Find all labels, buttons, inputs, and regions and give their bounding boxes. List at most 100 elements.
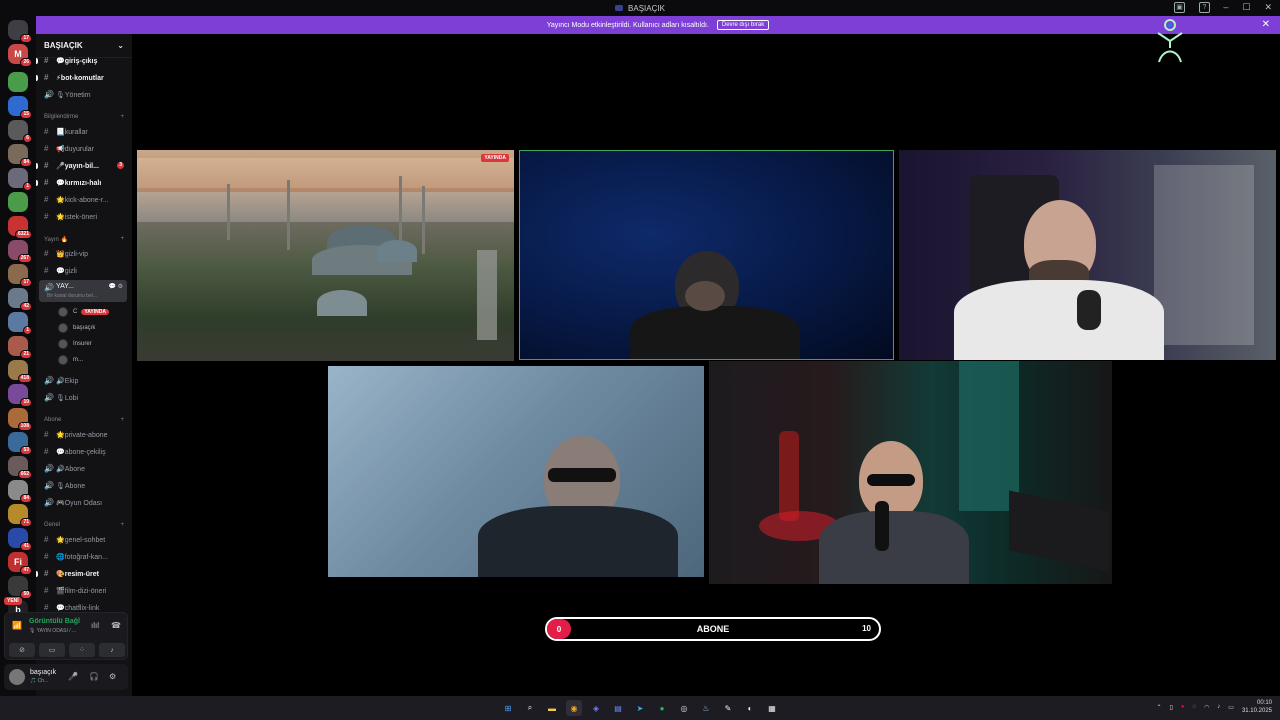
server-icon[interactable]: 53	[8, 432, 32, 455]
add-channel-icon[interactable]: +	[120, 236, 124, 242]
channel-item[interactable]: # 💬gizli	[36, 263, 132, 278]
server-icon[interactable]: 84	[8, 480, 32, 503]
voice-user[interactable]: m...	[58, 353, 130, 367]
server-icon[interactable]: 267	[8, 240, 32, 263]
channel-item[interactable]: 🔊 🎮Oyun Odası	[36, 495, 132, 510]
maximize-button[interactable]: ☐	[1242, 2, 1250, 13]
voice-user[interactable]: Insurer	[58, 337, 130, 351]
telegram-icon[interactable]: ➤	[632, 700, 648, 716]
server-icon[interactable]: 1	[8, 168, 32, 191]
screen-share-button[interactable]: ▭	[39, 643, 65, 657]
disconnect-icon[interactable]: ☎	[111, 621, 121, 630]
add-channel-icon[interactable]: +	[120, 522, 124, 528]
video-tile-participant-5[interactable]	[709, 361, 1112, 584]
close-banner-icon[interactable]: ✕	[1262, 19, 1270, 30]
active-voice-channel[interactable]: 🔊 YAY... 💬 ⚙ Bir kanal durumu bel...	[39, 280, 127, 302]
channel-item[interactable]: # 🌟private-abone	[36, 427, 132, 442]
server-icon[interactable]: 662	[8, 456, 32, 479]
channel-item[interactable]: # 🎬film-dizi-öneri	[36, 583, 132, 598]
video-tile-participant-2[interactable]	[519, 150, 894, 360]
channel-item[interactable]: 🔊 🎙Lobi	[36, 390, 132, 405]
voice-channel-name[interactable]: 🎙 YAYIN ODASI / ...	[29, 628, 76, 634]
channel-category[interactable]: Yayın 🔥 +	[36, 233, 132, 245]
obs-icon[interactable]: ◎	[676, 700, 692, 716]
channel-item[interactable]: # 📢duyurular	[36, 141, 132, 156]
wifi-icon[interactable]: ◠	[1204, 704, 1209, 711]
avatar[interactable]	[9, 669, 25, 685]
channel-item[interactable]: # 💬giriş-çıkış	[36, 53, 132, 68]
new-servers-pill[interactable]: YENİ	[4, 597, 22, 605]
channel-item[interactable]: # ⚡bot-komutlar	[36, 70, 132, 85]
channel-item[interactable]: # 💬kırmızı-halı	[36, 175, 132, 190]
server-icon[interactable]: 42	[8, 288, 32, 311]
voice-user[interactable]: C YAYINDA	[58, 305, 130, 319]
volume-icon[interactable]: ♪	[1217, 704, 1220, 710]
server-icon[interactable]: 108	[8, 408, 32, 431]
channel-item[interactable]: 🔊 🎙Abone	[36, 478, 132, 493]
voice-user[interactable]: başıaçık	[58, 321, 130, 335]
github-icon[interactable]: ◐	[742, 700, 758, 716]
tray-mic-icon[interactable]: ●	[1181, 704, 1185, 710]
microphone-icon[interactable]: 🎤	[68, 672, 78, 681]
channel-item[interactable]: 🔊 🎙Yönetim	[36, 87, 132, 102]
server-icon[interactable]: 50	[8, 576, 32, 599]
activities-button[interactable]: ⁘	[69, 643, 95, 657]
tray-app-icon[interactable]: ◌	[1192, 704, 1196, 710]
server-icon[interactable]: 15	[8, 96, 32, 119]
soundboard-button[interactable]: ♪	[99, 643, 125, 657]
minimize-button[interactable]: –	[1223, 2, 1228, 13]
settings-gear-icon[interactable]: ⚙	[109, 672, 116, 681]
server-icon[interactable]: 6321	[8, 216, 32, 239]
camera-off-button[interactable]: ⊘	[9, 643, 35, 657]
server-icon[interactable]	[8, 192, 28, 212]
channel-item[interactable]: # 🎨resim-üret	[36, 566, 132, 581]
app-icon[interactable]: ▤	[610, 700, 626, 716]
server-icon[interactable]: 418	[8, 360, 32, 383]
video-tile-participant-4[interactable]	[328, 366, 704, 577]
chrome-icon[interactable]: ◉	[566, 700, 582, 716]
video-tile-participant-3[interactable]	[899, 150, 1276, 360]
server-icon[interactable]: 84	[8, 144, 32, 167]
file-explorer-icon[interactable]: ▬	[544, 700, 560, 716]
disable-streamer-mode-button[interactable]: Devre dışı bırak	[716, 20, 770, 30]
channel-item[interactable]: # 🌟genel-sohbet	[36, 532, 132, 547]
server-icon[interactable]: 10	[8, 384, 32, 407]
notes-icon[interactable]: ✎	[720, 700, 736, 716]
channel-category[interactable]: Genel +	[36, 519, 132, 531]
channel-item[interactable]: # 🌟istek-öneri	[36, 209, 132, 224]
channel-item[interactable]: 🔊 🔊Ekip	[36, 373, 132, 388]
app2-icon[interactable]: ▦	[764, 700, 780, 716]
channel-item[interactable]: # 👑gizli-vip	[36, 246, 132, 261]
close-window-button[interactable]: ✕	[1264, 2, 1272, 13]
add-channel-icon[interactable]: +	[120, 417, 124, 423]
server-icon[interactable]: 41	[8, 528, 32, 551]
channel-category[interactable]: Bilgilendirme +	[36, 111, 132, 123]
spotify-icon[interactable]: ●	[654, 700, 670, 716]
server-icon[interactable]: 21	[8, 336, 32, 359]
steam-icon[interactable]: ♨	[698, 700, 714, 716]
channel-item[interactable]: # 💬abone-çekiliş	[36, 444, 132, 459]
tray-chevron-icon[interactable]: ⌃	[1157, 704, 1162, 711]
channel-settings-icon[interactable]: 💬 ⚙	[108, 283, 123, 290]
server-icon[interactable]: 71	[8, 504, 32, 527]
help-icon[interactable]: ?	[1199, 2, 1210, 13]
server-icon[interactable]	[8, 72, 28, 92]
headphones-icon[interactable]: 🎧	[89, 672, 99, 681]
clock[interactable]: 00:10 31.10.2025	[1242, 699, 1272, 715]
channel-item[interactable]: # 📃kurallar	[36, 124, 132, 139]
channel-item[interactable]: # 🌐fotoğraf-kan...	[36, 549, 132, 564]
server-icon[interactable]: 1	[8, 312, 32, 335]
video-tile-stream-istanbul[interactable]: YAYINDA	[137, 150, 514, 361]
channel-item[interactable]: 🔊 🔊Abone	[36, 461, 132, 476]
server-icon[interactable]: 17	[8, 20, 32, 43]
discord-icon[interactable]: ◈	[588, 700, 604, 716]
noise-suppression-icon[interactable]: ılıl	[91, 621, 99, 630]
add-channel-icon[interactable]: +	[120, 114, 124, 120]
server-icon[interactable]: 17	[8, 264, 32, 287]
channel-category[interactable]: Abone +	[36, 414, 132, 426]
search-icon[interactable]: ⌕	[522, 700, 538, 716]
server-icon[interactable]: Fi 47	[8, 552, 32, 575]
server-icon[interactable]: 6	[8, 120, 32, 143]
channel-item[interactable]: # 🌟kick-abone-r...	[36, 192, 132, 207]
network-icon[interactable]: ▯	[1170, 704, 1173, 711]
